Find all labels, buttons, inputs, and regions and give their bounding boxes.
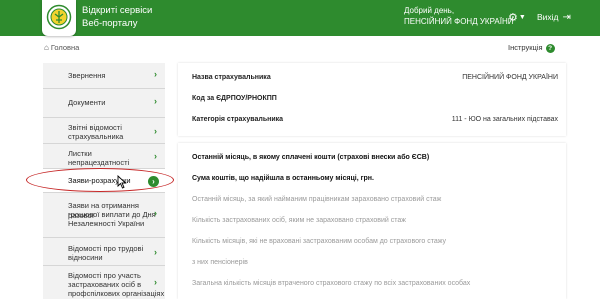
- sidebar-item-label: страхувальника: [68, 132, 124, 141]
- sidebar-item-label: відносини: [68, 253, 103, 262]
- sidebar-item-requests[interactable]: Звернення ›: [43, 63, 165, 89]
- uncredited-persons-label: Кількість застрахованих осіб, яким не за…: [192, 217, 406, 224]
- chevron-right-icon: ›: [154, 208, 157, 218]
- top-header: Відкриті сервіси Веб-порталу Добрий день…: [0, 0, 600, 36]
- sidebar-item-documents[interactable]: Документи ›: [43, 89, 165, 118]
- mouse-cursor-icon: [117, 175, 127, 189]
- sidebar-item-label: непрацездатності: [68, 158, 130, 167]
- insurer-name-label: Назва страхувальника: [192, 74, 271, 81]
- brand-line-1: Відкриті сервіси: [82, 5, 153, 16]
- chevron-right-icon: ›: [154, 69, 157, 79]
- chevron-right-icon: ›: [154, 126, 157, 136]
- sidebar-item-label: профспілкових організаціях: [68, 289, 165, 298]
- breadcrumb-home-link[interactable]: Головна: [51, 43, 80, 52]
- caret-down-icon: ▼: [518, 14, 526, 21]
- portal-brand: Відкриті сервіси Веб-порталу: [82, 4, 152, 30]
- gear-icon: ⚙: [508, 12, 518, 24]
- chevron-right-icon: ›: [154, 151, 157, 161]
- chevron-right-icon: ›: [154, 277, 157, 287]
- uncounted-months-label: Кількість місяців, які не враховані заст…: [192, 238, 447, 245]
- chevron-right-icon: ›: [154, 247, 157, 257]
- pfu-emblem-icon: [46, 4, 72, 30]
- insurer-category-label: Категорія страхувальника: [192, 116, 284, 123]
- sidebar-item-label: Звернення: [68, 71, 106, 80]
- logout-button[interactable]: Вихід ⇥: [537, 11, 571, 24]
- instructions-link[interactable]: Інструкція?: [508, 43, 555, 53]
- greeting-line-1: Добрий день,: [404, 6, 455, 15]
- sidebar-item-label: Незалежності України: [68, 219, 145, 228]
- chevron-right-icon: ›: [154, 96, 157, 106]
- settings-menu-button[interactable]: ⚙▼: [508, 11, 530, 25]
- sidebar-item-one-time-payment[interactable]: Заяви на отримання разової грошової випл…: [43, 193, 165, 238]
- last-paid-month-label: Останній місяць, в якому сплачені кошти …: [192, 154, 430, 161]
- greeting-line-2: ПЕНСІЙНИЙ ФОНД УКРАЇНИ: [404, 17, 514, 26]
- sidebar-item-label: Документи: [68, 98, 106, 107]
- sidebar-item-reports[interactable]: Звітні відомості страхувальника ›: [43, 118, 165, 144]
- pensioners-label: з них пенсіонерів: [192, 259, 248, 266]
- total-lost-months-label: Загальна кількість місяців втраченого ст…: [192, 280, 471, 287]
- last-credited-month-label: Останній місяць, за який найманим праців…: [192, 196, 442, 203]
- insurer-code-label: Код за ЄДРПОУ/РНОКПП: [192, 95, 277, 102]
- brand-line-2: Веб-порталу: [82, 18, 138, 29]
- sidebar-item-labor-relations[interactable]: Відомості про трудові відносини ›: [43, 238, 165, 266]
- sidebar-item-trade-unions[interactable]: Відомості про участь застрахованих осіб …: [43, 266, 165, 299]
- highlight-annotation: [26, 168, 174, 192]
- pfu-logo[interactable]: [42, 0, 76, 36]
- instructions-label: Інструкція: [508, 43, 543, 52]
- sidebar-item-sick-leave[interactable]: Листки непрацездатності ›: [43, 144, 165, 169]
- insurer-name-value: ПЕНСІЙНИЙ ФОНД УКРАЇНИ: [462, 74, 558, 81]
- help-icon: ?: [545, 44, 555, 53]
- last-month-amount-label: Сума коштів, що надійшла в останньому мі…: [192, 175, 374, 182]
- sign-out-icon: ⇥: [562, 12, 571, 23]
- insurance-payments-panel: Останній місяць, в якому сплачені кошти …: [178, 143, 566, 299]
- logout-label: Вихід: [537, 12, 559, 22]
- breadcrumb: ⌂ Головна: [44, 43, 79, 52]
- insurer-category-value: 111 - ЮО на загальних підставах: [451, 116, 558, 123]
- user-greeting: Добрий день, ПЕНСІЙНИЙ ФОНД УКРАЇНИ: [404, 5, 513, 27]
- insurer-info-panel: Назва страхувальника ПЕНСІЙНИЙ ФОНД УКРА…: [178, 63, 566, 136]
- home-icon: ⌂: [44, 43, 49, 52]
